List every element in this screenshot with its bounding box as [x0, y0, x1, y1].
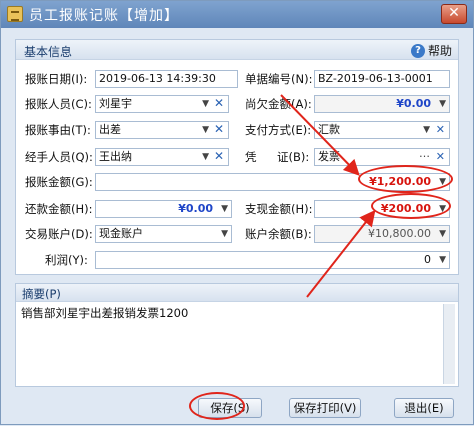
- person-select[interactable]: 刘星宇 ▼: [95, 95, 229, 113]
- dropdown-arrow-icon[interactable]: ▼: [439, 96, 446, 112]
- account-select[interactable]: 现金账户 ▼: [95, 225, 232, 243]
- close-button[interactable]: ✕: [441, 4, 467, 24]
- voucher-value: 发票: [318, 150, 340, 163]
- person-label: 报账人员(C):: [25, 97, 92, 111]
- save-button[interactable]: 保存(S): [198, 398, 262, 418]
- owed-value: ¥0.00: [396, 97, 431, 110]
- dropdown-arrow-icon[interactable]: ▼: [439, 201, 446, 217]
- amount-label: 报账金额(G):: [25, 175, 93, 189]
- dropdown-arrow-icon[interactable]: ▼: [221, 201, 228, 217]
- help-icon: ?: [410, 43, 425, 58]
- balance-value: ¥10,800.00: [368, 227, 431, 240]
- dropdown-arrow-icon[interactable]: ▼: [439, 252, 446, 268]
- voucher-label-b: 证(B):: [277, 150, 310, 164]
- account-value: 现金账户: [99, 227, 143, 240]
- person-value: 刘星宇: [99, 97, 132, 110]
- browse-icon[interactable]: …: [419, 149, 430, 162]
- account-label: 交易账户(D):: [25, 227, 93, 241]
- pay-method-value: 汇款: [318, 123, 340, 136]
- dropdown-arrow-icon[interactable]: ▼: [439, 226, 446, 242]
- repay-label: 还款金额(H):: [25, 202, 93, 216]
- dropdown-arrow-icon[interactable]: ▼: [439, 174, 446, 190]
- basic-info-header: 基本信息 ? 帮助: [16, 40, 458, 60]
- date-label: 报账日期(I):: [25, 72, 88, 86]
- reason-label: 报账事由(T):: [25, 123, 91, 137]
- dropdown-arrow-icon[interactable]: ▼: [202, 96, 209, 112]
- exit-button[interactable]: 退出(E): [394, 398, 454, 418]
- memo-group: 摘要(P) 销售部刘星宇出差报销发票1200: [15, 283, 459, 387]
- doc-no-value: BZ-2019-06-13-0001: [318, 72, 433, 85]
- repay-value: ¥0.00: [178, 202, 213, 215]
- basic-info-title: 基本信息: [24, 45, 73, 59]
- window-title: 员工报账记账【增加】: [29, 8, 179, 24]
- help-link[interactable]: ? 帮助: [410, 42, 452, 59]
- handler-select[interactable]: 王出纳 ▼: [95, 148, 229, 166]
- pay-method-clear-icon[interactable]: ✕: [436, 122, 445, 138]
- interest-input[interactable]: 0 ▼: [95, 251, 450, 269]
- interest-value: 0: [424, 253, 431, 266]
- handler-value: 王出纳: [99, 150, 132, 163]
- memo-textarea[interactable]: 销售部刘星宇出差报销发票1200: [21, 305, 188, 321]
- handler-clear-icon[interactable]: ✕: [214, 149, 224, 163]
- date-value: 2019-06-13 14:39:30: [99, 72, 216, 85]
- person-clear-icon[interactable]: ✕: [214, 96, 224, 110]
- balance-label: 账户余额(B):: [245, 227, 312, 241]
- date-input[interactable]: 2019-06-13 14:39:30: [95, 70, 238, 88]
- balance-input[interactable]: ¥10,800.00 ▼: [314, 225, 450, 243]
- memo-header: 摘要(P): [16, 284, 458, 302]
- save-print-button[interactable]: 保存打印(V): [289, 398, 361, 418]
- handler-label: 经手人员(Q):: [25, 150, 93, 164]
- title-bar: 员工报账记账【增加】 ✕: [1, 1, 473, 28]
- pay-method-label: 支付方式(E):: [245, 123, 312, 137]
- memo-scrollbar[interactable]: [443, 304, 455, 384]
- pay-method-select[interactable]: 汇款 ▼ ✕: [314, 121, 450, 139]
- dropdown-arrow-icon[interactable]: ▼: [221, 226, 228, 242]
- owed-input[interactable]: ¥0.00 ▼: [314, 95, 450, 113]
- doc-no-input[interactable]: BZ-2019-06-13-0001: [314, 70, 450, 88]
- reason-clear-icon[interactable]: ✕: [214, 122, 224, 136]
- voucher-label-a: 凭: [245, 150, 257, 164]
- memo-title: 摘要(P): [22, 287, 61, 301]
- voucher-input[interactable]: 发票 … ✕: [314, 148, 450, 166]
- owed-label: 尚欠金额(A):: [245, 97, 312, 111]
- dropdown-arrow-icon[interactable]: ▼: [423, 122, 430, 138]
- dropdown-arrow-icon[interactable]: ▼: [202, 122, 209, 138]
- repay-input[interactable]: ¥0.00 ▼: [95, 200, 232, 218]
- app-icon: [7, 6, 23, 22]
- interest-label: 利润(Y):: [45, 253, 88, 267]
- amount-value: ¥1,200.00: [369, 175, 431, 188]
- dialog-window: 员工报账记账【增加】 ✕ 基本信息 ? 帮助 报账日期(I): 2019-06-…: [0, 0, 474, 425]
- reason-select[interactable]: 出差 ▼: [95, 121, 229, 139]
- dropdown-arrow-icon[interactable]: ▼: [202, 149, 209, 165]
- cash-out-value: ¥200.00: [380, 202, 431, 215]
- voucher-clear-icon[interactable]: ✕: [436, 149, 445, 165]
- doc-no-label: 单据编号(N):: [245, 72, 313, 86]
- amount-input[interactable]: ¥1,200.00 ▼: [95, 173, 450, 191]
- cash-out-input[interactable]: ¥200.00 ▼: [314, 200, 450, 218]
- cash-out-label: 支现金额(H):: [245, 202, 313, 216]
- reason-value: 出差: [99, 123, 121, 136]
- help-label: 帮助: [427, 44, 452, 58]
